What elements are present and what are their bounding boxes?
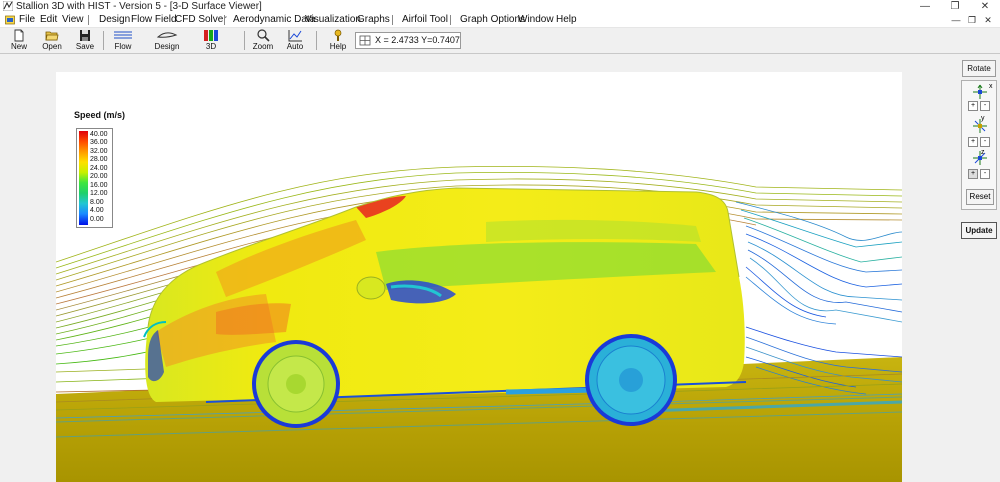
window-title: Stallion 3D with HIST - Version 5 - [3-D…	[16, 1, 262, 12]
menu-visualization[interactable]: Visualization	[305, 13, 361, 27]
rotate-button[interactable]: Rotate	[962, 60, 996, 77]
view-3d-button[interactable]: 3D	[200, 29, 222, 52]
menu-separator	[392, 15, 393, 25]
x-minus-button[interactable]: -	[980, 101, 990, 111]
menu-graph-options[interactable]: Graph Options	[460, 13, 525, 27]
auto-button[interactable]: Auto	[283, 29, 307, 52]
menu-separator	[88, 15, 89, 25]
flow-label: Flow	[114, 42, 132, 51]
z-plus-button[interactable]: +	[968, 169, 978, 179]
help-button[interactable]: Help	[326, 29, 350, 52]
document-icon[interactable]	[5, 15, 15, 25]
color-legend: 40.00 36.00 32.00 28.00 24.00 20.00 16.0…	[76, 128, 113, 228]
reset-button[interactable]: Reset	[966, 189, 994, 205]
menu-view[interactable]: View	[62, 13, 84, 27]
save-button[interactable]: Save	[73, 29, 97, 52]
legend-label: 16.00	[90, 182, 108, 189]
menu-separator	[450, 15, 451, 25]
flow-lines-icon	[114, 31, 132, 39]
app-icon	[3, 1, 13, 11]
view-control-panel: Rotate x + - y + - z + - Reset Update	[958, 54, 1000, 482]
toolbar-separator	[244, 31, 245, 50]
legend-label: 32.00	[90, 148, 108, 155]
y-plus-button[interactable]: +	[968, 137, 978, 147]
surface-viewer-canvas[interactable]: Speed (m/s) 40.00 36.00 32.00 28.00 24.0…	[56, 72, 902, 482]
auto-label: Auto	[286, 42, 304, 51]
y-axis-label: y	[981, 115, 985, 122]
x-axis-label: x	[989, 83, 993, 90]
toolbar: New Open Save Flow Design 3D Zoom Auto H…	[0, 28, 1000, 54]
auto-scale-icon	[288, 30, 302, 42]
legend-label: 12.00	[90, 190, 108, 197]
zoom-label: Zoom	[252, 42, 274, 51]
legend-label: 8.00	[90, 199, 104, 206]
rear-wheel	[585, 334, 677, 426]
new-button[interactable]: New	[8, 29, 30, 52]
magnifier-icon	[257, 29, 270, 42]
legend-label: 0.00	[90, 216, 104, 223]
legend-label: 28.00	[90, 156, 108, 163]
x-plus-button[interactable]: +	[968, 101, 978, 111]
legend-color-bar	[79, 131, 88, 225]
coordinate-readout: X = 2.4733 Y=0.7407	[355, 32, 461, 49]
flow-button[interactable]: Flow	[110, 29, 136, 52]
help-label: Help	[329, 42, 347, 51]
menu-cfd-solver[interactable]: CFD Solver	[175, 13, 227, 27]
new-label: New	[10, 42, 27, 51]
legend-label: 40.00	[90, 131, 108, 138]
menu-flow-field[interactable]: Flow Field	[131, 13, 177, 27]
view-3d-icon	[204, 30, 218, 41]
x-axis-icon	[973, 84, 987, 99]
title-bar: Stallion 3D with HIST - Version 5 - [3-D…	[0, 0, 1000, 13]
menu-airfoil-tool[interactable]: Airfoil Tool	[402, 13, 448, 27]
mdi-restore-button[interactable]: ❐	[965, 13, 979, 27]
legend-label: 20.00	[90, 173, 108, 180]
menu-graphs[interactable]: Graphs	[357, 13, 390, 27]
coordinate-text: X = 2.4733 Y=0.7407	[375, 35, 460, 45]
view-3d-label: 3D	[205, 42, 217, 51]
update-button[interactable]: Update	[961, 222, 997, 239]
menu-aerodynamic-data[interactable]: Aerodynamic Data	[233, 13, 315, 27]
menu-edit[interactable]: Edit	[40, 13, 57, 27]
z-minus-button[interactable]: -	[980, 169, 990, 179]
save-label: Save	[75, 42, 95, 51]
menu-window[interactable]: Window	[518, 13, 554, 27]
menu-design[interactable]: Design	[99, 13, 130, 27]
window-restore-button[interactable]: ❐	[940, 0, 970, 13]
legend-label: 4.00	[90, 207, 104, 214]
menu-file[interactable]: File	[19, 13, 35, 27]
new-file-icon	[14, 29, 24, 42]
y-minus-button[interactable]: -	[980, 137, 990, 147]
side-mirror	[356, 276, 386, 300]
z-axis-label: z	[981, 149, 985, 156]
open-folder-icon	[45, 31, 59, 41]
menu-bar: File Edit View Design Flow Field CFD Sol…	[0, 13, 1000, 28]
legend-title: Speed (m/s)	[74, 110, 126, 120]
z-axis-icon	[973, 151, 987, 165]
y-axis-icon	[973, 119, 987, 133]
zoom-button[interactable]: Zoom	[251, 29, 275, 52]
open-button[interactable]: Open	[40, 29, 64, 52]
open-label: Open	[42, 42, 62, 51]
mdi-close-button[interactable]: ✕	[981, 13, 995, 27]
help-icon	[334, 29, 342, 41]
crosshair-icon	[359, 35, 371, 46]
toolbar-separator	[316, 31, 317, 50]
legend-label: 24.00	[90, 165, 108, 172]
window-minimize-button[interactable]: —	[910, 0, 940, 13]
menu-separator	[224, 15, 225, 25]
toolbar-separator	[103, 31, 104, 50]
legend-label: 36.00	[90, 139, 108, 146]
design-label: Design	[154, 42, 180, 51]
save-disk-icon	[80, 30, 90, 41]
airfoil-design-icon	[156, 32, 178, 38]
window-close-button[interactable]: ✕	[970, 0, 1000, 13]
design-button[interactable]: Design	[152, 29, 182, 52]
rotation-controls: x + - y + - z + - Reset	[961, 80, 997, 210]
front-wheel	[252, 340, 340, 428]
mdi-minimize-button[interactable]: —	[949, 13, 963, 27]
cfd-visualization	[56, 165, 902, 482]
menu-help[interactable]: Help	[556, 13, 577, 27]
